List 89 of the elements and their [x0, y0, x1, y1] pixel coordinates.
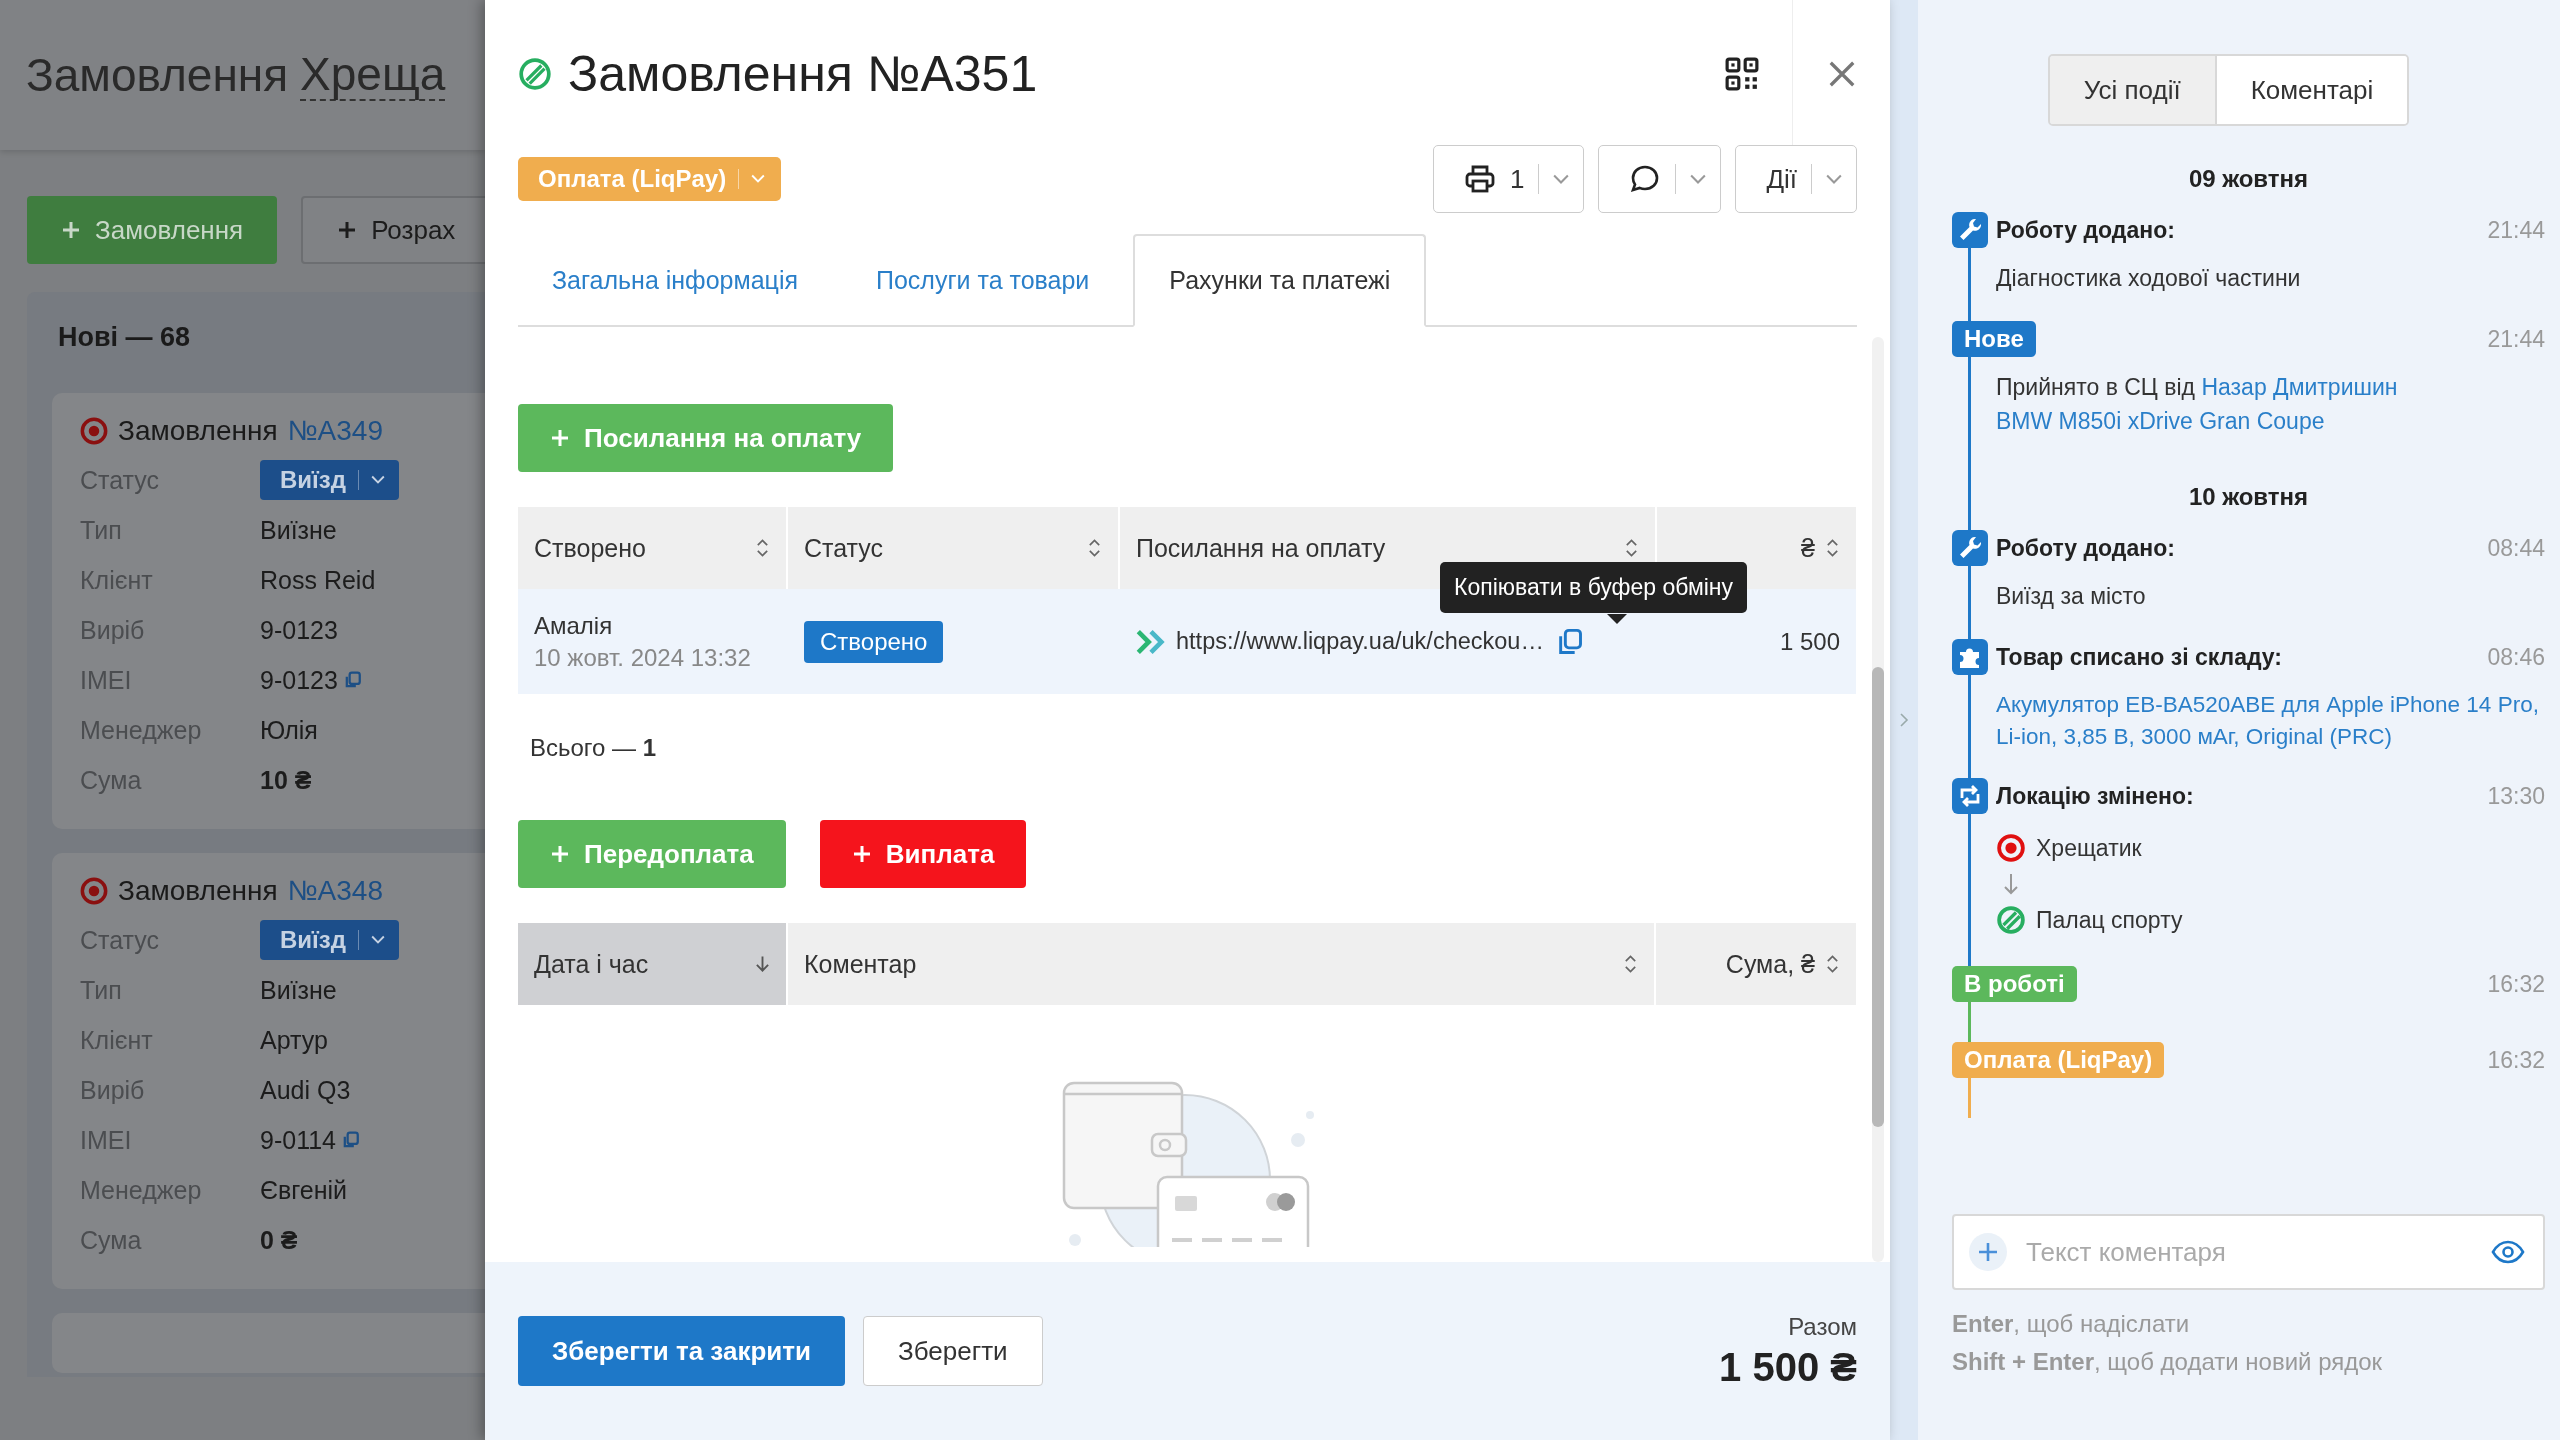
event-text: Виїзд за місто [1996, 582, 2147, 612]
field-label: Тип [80, 515, 123, 545]
date-heading: 09 жовтня [2187, 165, 2310, 193]
field-value: Ross Reid [260, 565, 376, 595]
new-order-button[interactable]: Замовлення [27, 196, 278, 264]
date-heading: 10 жовтня [2187, 483, 2310, 512]
field-value: Виїзне [260, 515, 337, 545]
device-link[interactable]: BMW M850i xDrive Gran Coupe [1996, 407, 2325, 434]
keyboard-hint: Shift + Enter, щоб додати новий рядок [1952, 1348, 2384, 1376]
status-dropdown[interactable]: Виїзд [260, 920, 399, 960]
column-title: Нові — 68 [58, 322, 192, 353]
event-time: 21:44 [2487, 216, 2545, 244]
column-header[interactable]: Створено [518, 507, 786, 589]
tab[interactable]: Послуги та товари [842, 234, 1124, 327]
filter-tab[interactable]: Коментарі [2216, 56, 2408, 124]
created-date: 10 жовт. 2024 13:32 [534, 643, 751, 672]
field-value: Євгеній [260, 1175, 348, 1205]
event-title: Локацію змінено: [1996, 782, 2194, 810]
event-text: Прийнято в СЦ від Назар Дмитришин BMW M850i xDrive Gran Coupe [1996, 373, 2399, 436]
field-value: 9-0114 [260, 1125, 336, 1155]
status-badge: Нове [1952, 321, 2036, 358]
amount: 1 500 [1779, 627, 1840, 656]
client-link[interactable]: Назар Дмитришин [2201, 374, 2398, 401]
status-badge: Створено [804, 620, 944, 663]
event-time: 13:30 [2487, 782, 2545, 810]
total-label: Разом [1788, 1312, 1857, 1341]
field-value: Виїзне [260, 975, 337, 1005]
field-value: 10 ₴ [260, 765, 312, 795]
field-label: Сума [80, 1225, 143, 1255]
status-dropdown[interactable]: Виїзд [260, 460, 399, 500]
event-title: Товар списано зі складу: [1996, 643, 2282, 671]
field-value: 9-0123 [260, 615, 338, 645]
payout-button[interactable]: Виплата [819, 820, 1027, 888]
total-amount: 1 500 ₴ [1719, 1344, 1857, 1390]
field-label: Статус [80, 925, 161, 955]
tab[interactable]: Рахунки та платежі [1133, 234, 1427, 327]
tooltip: Копіювати в буфер обміну [1440, 562, 1748, 613]
field-value: Audi Q3 [260, 1075, 351, 1105]
status-badge: В роботі [1952, 966, 2077, 1003]
field-label: Клієнт [80, 1025, 154, 1055]
field-label: Тип [80, 975, 123, 1005]
status-badge: Оплата (LiqPay) [1952, 1042, 2165, 1079]
comment-field[interactable]: Текст коментаря [1952, 1214, 2545, 1290]
location-name: Палац спорту [2036, 905, 2183, 935]
field-label: Менеджер [80, 715, 203, 745]
author-name: Амалія [534, 611, 613, 640]
order-card[interactable]: Замовлення №A349 Статус Виїзд Тип Виїзне Клієнт Ross Reid Виріб 9-0123 IMEI 9-0123 Менеджер Юлія Сума 10 ₴ [52, 393, 485, 829]
event-text: Діагностика ходової частини [1996, 264, 2302, 293]
field-label: Статус [80, 465, 161, 495]
save-button[interactable]: Зберегти [863, 1316, 1043, 1386]
event-time: 08:46 [2487, 643, 2545, 671]
filter-tab[interactable]: Усі події [2049, 56, 2217, 124]
actions-button[interactable]: Дії [1735, 145, 1857, 213]
tab[interactable]: Загальна інформація [518, 234, 832, 327]
event-time: 21:44 [2487, 325, 2545, 353]
field-label: Виріб [80, 615, 146, 645]
column-header[interactable]: Дата і час [518, 923, 786, 1005]
dialog-title: Замовлення №A351 [568, 45, 1038, 103]
event-title: Роботу додано: [1996, 216, 2175, 244]
total-count: Всього — 1 [530, 734, 657, 763]
field-label: Клієнт [80, 565, 154, 595]
location-name: Хрещатик [2036, 833, 2142, 863]
field-label: Виріб [80, 1075, 146, 1105]
card-title: Замовлення [118, 415, 278, 447]
field-value: 0 ₴ [260, 1225, 298, 1255]
keyboard-hint: Enter, щоб надіслати [1952, 1310, 2191, 1338]
location-selector[interactable]: Хреща [300, 48, 446, 102]
field-value: Артур [260, 1025, 328, 1055]
payment-link[interactable]: https://www.liqpay.ua/uk/checkou… [1176, 628, 1544, 655]
field-label: IMEI [80, 1125, 133, 1155]
column-header[interactable]: Сума, ₴ [1656, 923, 1856, 1005]
event-time: 16:32 [2487, 970, 2545, 998]
field-value: Юлія [260, 715, 318, 745]
field-label: IMEI [80, 665, 133, 695]
print-button[interactable]: 1 [1432, 145, 1585, 213]
event-time: 16:32 [2487, 1046, 2545, 1074]
card-title: Замовлення [118, 875, 278, 907]
field-value: 9-0123 [260, 665, 338, 695]
event-title: Роботу додано: [1996, 534, 2175, 562]
save-and-close-button[interactable]: Зберегти та закрити [518, 1316, 845, 1386]
page-title: Замовлення [26, 48, 289, 102]
column-header[interactable]: Коментар [788, 923, 1654, 1005]
order-card[interactable]: Замовлення №A348 Статус Виїзд Тип Виїзне Клієнт Артур Виріб Audi Q3 IMEI 9-0114 Менеджер Євгеній Сума 0 ₴ [52, 853, 485, 1289]
field-label: Сума [80, 765, 143, 795]
field-label: Менеджер [80, 1175, 203, 1205]
secondary-button[interactable]: Розрах [301, 196, 485, 264]
event-time: 08:44 [2487, 534, 2545, 562]
column-header[interactable]: Статус [788, 507, 1118, 589]
product-link[interactable]: Акумулятор EB-BA520ABE для Apple iPhone 14 Pro, Li-ion, 3,85 В, 3000 мАг, Original (PRC) [1996, 689, 2545, 753]
